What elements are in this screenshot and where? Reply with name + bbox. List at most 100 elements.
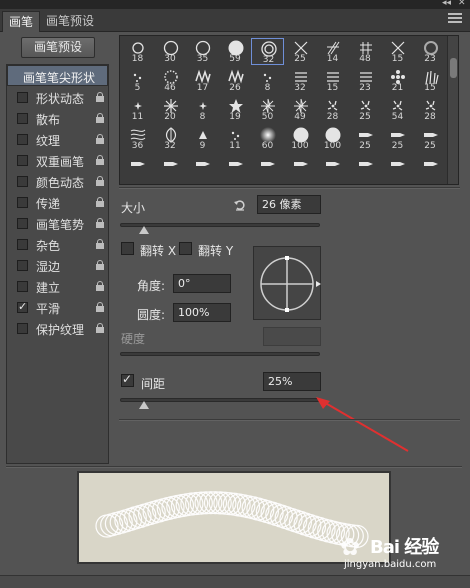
grid-scrollbar[interactable] (447, 36, 458, 184)
brush-tip-cell[interactable]: 54 (381, 96, 414, 123)
sidebar-item-checkbox[interactable] (17, 239, 28, 250)
brush-tip-cell[interactable] (414, 154, 447, 181)
brush-tip-cell[interactable]: 23 (414, 38, 447, 65)
sidebar-item[interactable]: 双重画笔 (7, 150, 108, 171)
brush-tip-cell[interactable]: 32 (251, 38, 284, 65)
brush-tip-cell[interactable]: 46 (154, 67, 187, 94)
sidebar-item[interactable]: 颜色动态 (7, 171, 108, 192)
sidebar-item-checkbox[interactable] (17, 176, 28, 187)
reset-icon[interactable] (233, 198, 247, 212)
lock-icon[interactable] (95, 218, 104, 228)
sidebar-item[interactable]: 保护纹理 (7, 318, 108, 339)
lock-icon[interactable] (95, 197, 104, 207)
brush-tip-cell[interactable]: 5 (121, 67, 154, 94)
sidebar-item[interactable]: 纹理 (7, 129, 108, 150)
brush-tip-cell[interactable] (251, 154, 284, 181)
brush-tip-cell[interactable]: 8 (251, 67, 284, 94)
brush-tip-cell[interactable]: 25 (381, 125, 414, 152)
sidebar-item[interactable]: 散布 (7, 108, 108, 129)
flip-x-checkbox[interactable] (121, 242, 134, 255)
sidebar-item-checkbox[interactable] (17, 113, 28, 124)
roundness-field[interactable]: 100% (173, 303, 231, 322)
lock-icon[interactable] (95, 260, 104, 270)
brush-tip-cell[interactable]: 32 (284, 67, 317, 94)
sidebar-item-checkbox[interactable] (17, 134, 28, 145)
brush-tip-cell[interactable] (381, 154, 414, 181)
brush-tip-cell[interactable] (186, 154, 219, 181)
brush-presets-button[interactable]: 画笔预设 (21, 37, 95, 58)
sidebar-item-checkbox[interactable] (17, 218, 28, 229)
brush-tip-cell[interactable] (121, 154, 154, 181)
spacing-slider[interactable] (120, 398, 320, 402)
brush-tip-cell[interactable]: 28 (414, 96, 447, 123)
brush-tip-cell[interactable]: 30 (154, 38, 187, 65)
brush-tip-cell[interactable]: 21 (381, 67, 414, 94)
brush-tip-cell[interactable]: 25 (414, 125, 447, 152)
brush-tip-cell[interactable]: 36 (121, 125, 154, 152)
tab-brush-presets[interactable]: 画笔预设 (40, 11, 100, 32)
size-field[interactable]: 26 像素 (257, 195, 321, 214)
close-panel-icon[interactable]: ✕ (458, 0, 466, 8)
sidebar-item-checkbox[interactable] (17, 281, 28, 292)
brush-tip-cell[interactable]: 18 (121, 38, 154, 65)
brush-tip-cell[interactable]: 48 (349, 38, 382, 65)
sidebar-item-brush-tip-shape[interactable]: 画笔笔尖形状 (7, 65, 108, 86)
brush-tip-cell[interactable]: 60 (251, 125, 284, 152)
brush-tip-cell[interactable]: 11 (219, 125, 252, 152)
brush-tip-cell[interactable]: 35 (186, 38, 219, 65)
sidebar-item[interactable]: 形状动态 (7, 87, 108, 108)
brush-tip-cell[interactable]: 15 (414, 67, 447, 94)
sidebar-item[interactable]: ✓ 平滑 (7, 297, 108, 318)
brush-tip-cell[interactable]: 14 (316, 38, 349, 65)
sidebar-item-checkbox[interactable] (17, 323, 28, 334)
lock-icon[interactable] (95, 113, 104, 123)
brush-tip-cell[interactable]: 19 (219, 96, 252, 123)
brush-tip-cell[interactable]: 25 (349, 125, 382, 152)
brush-tip-cell[interactable]: 17 (186, 67, 219, 94)
tab-brush[interactable]: 画笔 (2, 11, 41, 32)
brush-tip-cell[interactable]: 23 (349, 67, 382, 94)
brush-tip-cell[interactable]: 59 (219, 38, 252, 65)
size-slider[interactable] (120, 223, 320, 227)
brush-tip-cell[interactable]: 25 (284, 38, 317, 65)
brush-tip-cell[interactable]: 32 (154, 125, 187, 152)
flip-y-checkbox[interactable] (179, 242, 192, 255)
brush-tip-cell[interactable]: 100 (284, 125, 317, 152)
brush-tip-cell[interactable]: 15 (316, 67, 349, 94)
lock-icon[interactable] (95, 281, 104, 291)
lock-icon[interactable] (95, 302, 104, 312)
sidebar-item-checkbox[interactable] (17, 197, 28, 208)
sidebar-item-checkbox[interactable] (17, 260, 28, 271)
collapse-panel-icon[interactable]: ◂◂ (442, 0, 451, 8)
sidebar-item-checkbox[interactable] (17, 92, 28, 103)
spacing-field[interactable]: 25% (263, 372, 321, 391)
angle-field[interactable]: 0° (173, 274, 231, 293)
brush-tip-cell[interactable]: 100 (316, 125, 349, 152)
brush-tip-cell[interactable]: 9 (186, 125, 219, 152)
brush-tip-cell[interactable] (316, 154, 349, 181)
lock-icon[interactable] (95, 323, 104, 333)
brush-tip-cell[interactable]: 20 (154, 96, 187, 123)
spacing-slider-thumb[interactable] (139, 401, 149, 409)
brush-tip-cell[interactable] (284, 154, 317, 181)
brush-tip-cell[interactable]: 28 (316, 96, 349, 123)
sidebar-item[interactable]: 杂色 (7, 234, 108, 255)
sidebar-item[interactable]: 湿边 (7, 255, 108, 276)
brush-tip-cell[interactable]: 15 (381, 38, 414, 65)
brush-tip-cell[interactable]: 11 (121, 96, 154, 123)
sidebar-item[interactable]: 建立 (7, 276, 108, 297)
brush-tip-cell[interactable]: 26 (219, 67, 252, 94)
lock-icon[interactable] (95, 155, 104, 165)
brush-tip-cell[interactable]: 50 (251, 96, 284, 123)
sidebar-item-checkbox[interactable]: ✓ (17, 300, 28, 313)
lock-icon[interactable] (95, 134, 104, 144)
brush-tip-cell[interactable] (154, 154, 187, 181)
brush-tip-cell[interactable]: 25 (349, 96, 382, 123)
lock-icon[interactable] (95, 176, 104, 186)
sidebar-item[interactable]: 画笔笔势 (7, 213, 108, 234)
brush-tip-cell[interactable] (349, 154, 382, 181)
scrollbar-thumb[interactable] (450, 58, 457, 78)
brush-tip-cell[interactable]: 8 (186, 96, 219, 123)
brush-tip-cell[interactable]: 49 (284, 96, 317, 123)
brush-tip-cell[interactable] (219, 154, 252, 181)
